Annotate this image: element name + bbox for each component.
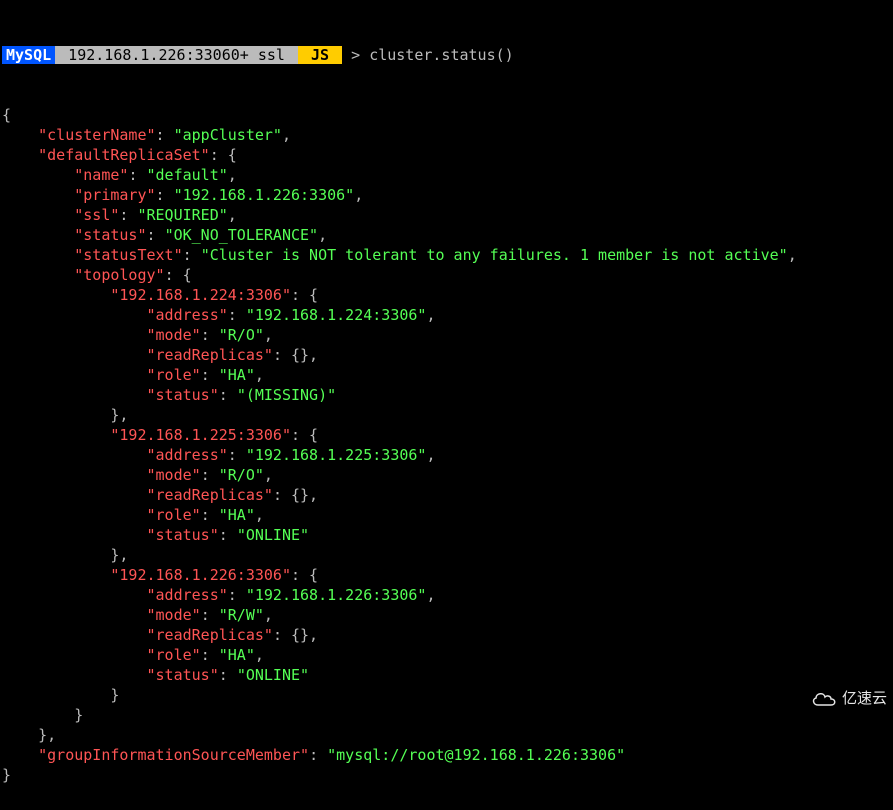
output-line: },	[2, 545, 891, 565]
output-line: "address": "192.168.1.224:3306",	[2, 305, 891, 325]
output-line: "groupInformationSourceMember": "mysql:/…	[2, 745, 891, 765]
output-line: "address": "192.168.1.226:3306",	[2, 585, 891, 605]
output-line: "topology": {	[2, 265, 891, 285]
output-line: "address": "192.168.1.225:3306",	[2, 445, 891, 465]
output-line: "mode": "R/O",	[2, 465, 891, 485]
output-line: "192.168.1.226:3306": {	[2, 565, 891, 585]
output-line: "role": "HA",	[2, 645, 891, 665]
output-line: },	[2, 405, 891, 425]
output-line: "status": "ONLINE"	[2, 525, 891, 545]
output-line: "status": "(MISSING)"	[2, 385, 891, 405]
output-line: "defaultReplicaSet": {	[2, 145, 891, 165]
output-line: "192.168.1.224:3306": {	[2, 285, 891, 305]
output-line: "readReplicas": {},	[2, 485, 891, 505]
output-line: "readReplicas": {},	[2, 625, 891, 645]
output-line: {	[2, 105, 891, 125]
output-line: "role": "HA",	[2, 505, 891, 525]
output-line: "ssl": "REQUIRED",	[2, 205, 891, 225]
output-line: "mode": "R/O",	[2, 325, 891, 345]
watermark-text: 亿速云	[842, 689, 887, 709]
output-line: "role": "HA",	[2, 365, 891, 385]
cloud-icon	[810, 690, 838, 708]
output-line: }	[2, 765, 891, 785]
output-line: "clusterName": "appCluster",	[2, 125, 891, 145]
output-line: "mode": "R/W",	[2, 605, 891, 625]
output-line: "primary": "192.168.1.226:3306",	[2, 185, 891, 205]
badge-js: JS	[298, 46, 342, 64]
command-output: { "clusterName": "appCluster", "defaultR…	[2, 105, 891, 785]
prompt-line: MySQL 192.168.1.226:33060+ ssl JS > clus…	[2, 45, 891, 65]
command-text: cluster.status()	[369, 46, 514, 64]
output-line: "readReplicas": {},	[2, 345, 891, 365]
terminal[interactable]: MySQL 192.168.1.226:33060+ ssl JS > clus…	[0, 0, 893, 810]
prompt-gt-icon: >	[342, 46, 369, 64]
output-line: }	[2, 705, 891, 725]
output-line: },	[2, 725, 891, 745]
output-line: "name": "default",	[2, 165, 891, 185]
badge-host: 192.168.1.226:33060+ ssl	[55, 46, 298, 64]
output-line: "status": "ONLINE"	[2, 665, 891, 685]
output-line: "status": "OK_NO_TOLERANCE",	[2, 225, 891, 245]
watermark: 亿速云	[810, 689, 887, 709]
output-line: }	[2, 685, 891, 705]
output-line: "192.168.1.225:3306": {	[2, 425, 891, 445]
badge-mysql: MySQL	[2, 46, 55, 64]
output-line: "statusText": "Cluster is NOT tolerant t…	[2, 245, 891, 265]
